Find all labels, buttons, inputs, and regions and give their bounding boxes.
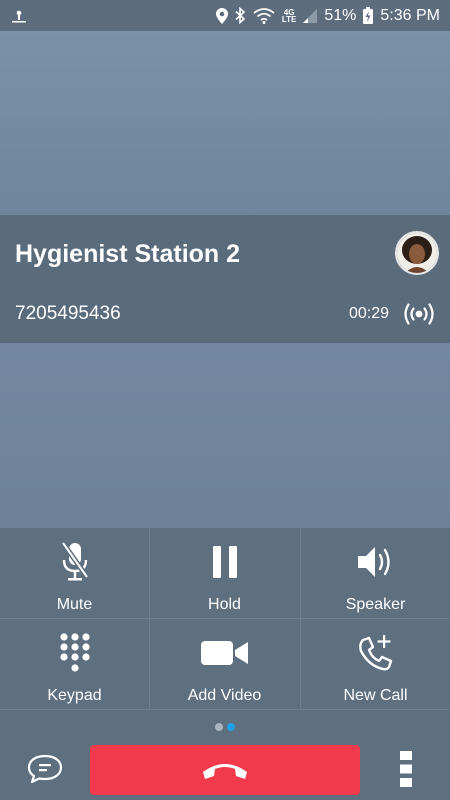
microphone-off-icon — [60, 541, 89, 581]
divider — [0, 618, 450, 619]
divider — [149, 528, 150, 710]
more-options-icon[interactable] — [399, 750, 413, 788]
call-quality-icon — [404, 303, 434, 325]
divider — [300, 528, 301, 710]
video-area — [0, 31, 450, 215]
page-dot-1[interactable] — [215, 723, 223, 731]
pause-icon — [212, 546, 237, 578]
new-call-label: New Call — [343, 687, 408, 704]
new-call-button[interactable]: New Call — [301, 619, 450, 709]
wifi-icon — [253, 7, 275, 24]
clock: 5:36 PM — [380, 6, 440, 24]
caller-number: 7205495436 — [15, 303, 121, 324]
add-video-label: Add Video — [187, 687, 262, 704]
battery-charging-icon — [363, 7, 374, 24]
speaker-button[interactable]: Speaker — [301, 528, 450, 618]
end-call-button[interactable] — [90, 745, 360, 795]
background-area — [0, 343, 450, 528]
phone-plus-icon — [358, 635, 392, 671]
status-bar: 4G LTE 51% 5:36 PM — [0, 0, 450, 31]
bluetooth-icon — [235, 7, 246, 24]
video-camera-icon — [200, 641, 248, 665]
caller-name: Hygienist Station 2 — [15, 240, 241, 268]
battery-percent: 51% — [324, 6, 357, 24]
location-icon — [215, 7, 228, 24]
keypad-icon — [59, 633, 90, 672]
chat-icon[interactable] — [27, 754, 63, 784]
mute-label: Mute — [56, 596, 93, 613]
hold-label: Hold — [208, 596, 241, 613]
call-controls: Mute Hold Speaker Keypad Add Video New C… — [0, 528, 450, 710]
page-indicator[interactable] — [215, 723, 235, 731]
call-timer: 00:29 — [349, 305, 390, 322]
speaker-label: Speaker — [345, 596, 406, 613]
notification-icon — [12, 10, 26, 22]
cell-signal-icon — [303, 8, 318, 23]
network-type: 4G LTE — [281, 7, 297, 24]
speaker-icon — [357, 547, 390, 577]
keypad-label: Keypad — [47, 687, 102, 704]
hang-up-icon — [203, 764, 247, 779]
add-video-button[interactable]: Add Video — [150, 619, 299, 709]
mute-button[interactable]: Mute — [0, 528, 149, 618]
page-dot-2-active[interactable] — [227, 723, 235, 731]
keypad-button[interactable]: Keypad — [0, 619, 149, 709]
hold-button[interactable]: Hold — [150, 528, 299, 618]
avatar[interactable] — [395, 231, 439, 275]
